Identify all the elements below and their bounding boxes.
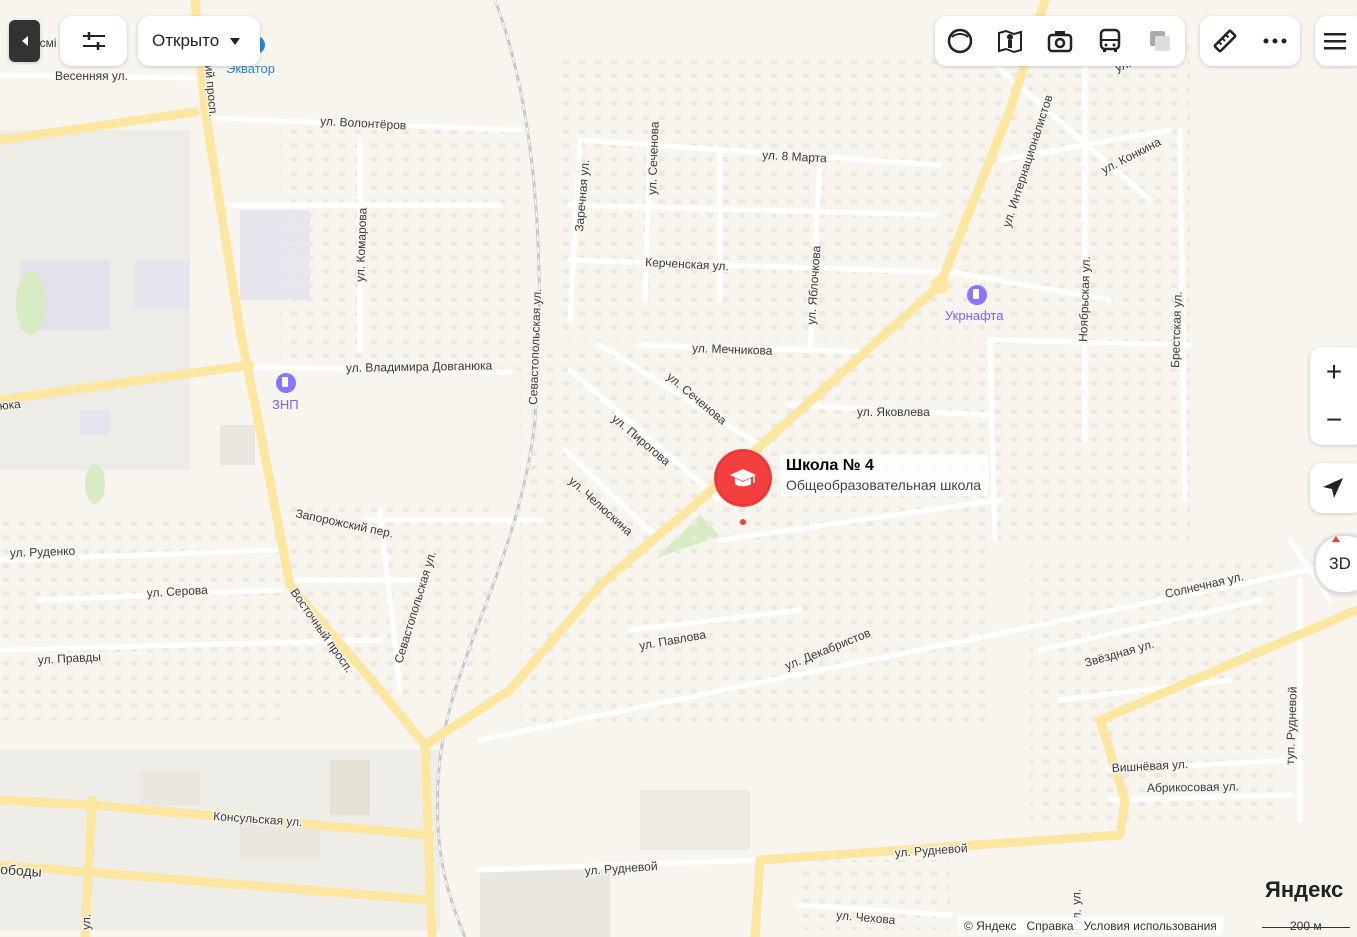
- tools-toolbar: [1200, 16, 1300, 66]
- street-label: Брестская ул.: [1168, 291, 1185, 368]
- ruler-icon: [1213, 29, 1237, 53]
- yandex-logo[interactable]: Яндекс: [1265, 877, 1343, 903]
- copyright-link[interactable]: © Яндекс: [964, 919, 1017, 933]
- layer-satellite-button[interactable]: [1135, 16, 1185, 66]
- open-now-dropdown[interactable]: Открыто: [138, 16, 260, 66]
- street-label: ул. Комарова: [353, 207, 370, 282]
- chevron-left-icon: [21, 36, 28, 46]
- place-title: Школа № 4: [786, 457, 874, 474]
- terms-link[interactable]: Условия использования: [1084, 919, 1217, 933]
- more-button[interactable]: [1250, 16, 1300, 66]
- street-label: ул.: [1069, 889, 1084, 906]
- street-label: ул. Рудневой: [894, 841, 968, 860]
- street-label: туп. Рудневой: [1283, 686, 1300, 765]
- layer-transport-button[interactable]: [1085, 16, 1135, 66]
- view-3d-button[interactable]: 3D: [1314, 534, 1357, 594]
- street-label: Весенняя ул.: [55, 69, 128, 83]
- street-label: ул.: [79, 914, 94, 931]
- help-link[interactable]: Справка: [1027, 919, 1074, 933]
- street-label: ул. Мечникова: [692, 341, 773, 358]
- ruler-button[interactable]: [1200, 16, 1250, 66]
- geolocation-button[interactable]: [1310, 463, 1357, 513]
- navigation-arrow-icon: [1323, 478, 1343, 498]
- layer-panorama-button[interactable]: [985, 16, 1035, 66]
- place-subtitle: Общеобразовательная школа: [786, 477, 982, 493]
- chevron-down-icon: [230, 38, 241, 45]
- zoom-out-button[interactable]: −: [1310, 396, 1357, 444]
- street-label: ул. Яковлева: [857, 405, 930, 419]
- street-label: Ноябрьская ул.: [1076, 256, 1093, 342]
- poi-ukrnafta-label: Укрнафта: [945, 308, 1004, 323]
- school-pin-icon: [714, 449, 772, 525]
- place-marker[interactable]: Школа № 4 Общеобразовательная школа: [714, 448, 990, 530]
- street-label: ободы: [0, 861, 42, 880]
- poi-znp[interactable]: ЗНП: [271, 373, 300, 414]
- street-label: ул. Руденко: [10, 544, 76, 560]
- menu-button[interactable]: [1315, 16, 1357, 66]
- street-label: юка: [0, 397, 22, 413]
- open-now-label: Открыто: [152, 31, 220, 50]
- more-dots-icon: [1263, 38, 1287, 44]
- zoom-in-button[interactable]: +: [1310, 348, 1357, 396]
- hamburger-menu-icon: [1324, 33, 1346, 50]
- place-card[interactable]: Школа № 4 Общеобразовательная школа: [780, 454, 990, 496]
- map-canvas[interactable]: Экватор ЗНП Укрнафта ісмі Весенняя ул. у…: [0, 0, 1357, 937]
- fuel-pump-icon: [282, 377, 288, 387]
- sliders-icon: [82, 32, 105, 50]
- scale-label: 200 м: [1290, 919, 1322, 933]
- layers-circle-icon: [947, 28, 973, 54]
- poi-znp-label: ЗНП: [272, 397, 299, 412]
- collapse-panel-button[interactable]: [9, 20, 40, 62]
- street-label: ул. Владимира Довганюка: [346, 358, 493, 375]
- layer-photos-button[interactable]: [1035, 16, 1085, 66]
- map-footer: © Яндекс Справка Условия использования: [958, 917, 1223, 935]
- layer-scheme-button[interactable]: [935, 16, 985, 66]
- street-label: ул. Рудневой: [584, 859, 658, 878]
- camera-icon: [1047, 31, 1073, 53]
- street-label: ул. Сеченова: [645, 121, 662, 195]
- bus-icon: [1099, 28, 1121, 52]
- compass-icon: [1332, 536, 1340, 542]
- fuel-pump-icon: [973, 289, 979, 299]
- zoom-controls: + −: [1310, 347, 1357, 445]
- filters-button[interactable]: [60, 16, 127, 66]
- scale-bar: [1262, 927, 1350, 928]
- map-scale: 200 м: [1262, 917, 1352, 935]
- layers-toolbar: [935, 16, 1185, 66]
- map-person-icon: [998, 29, 1022, 54]
- satellite-layer-icon: [1150, 31, 1170, 51]
- street-label: Абрикосовая ул.: [1147, 779, 1239, 795]
